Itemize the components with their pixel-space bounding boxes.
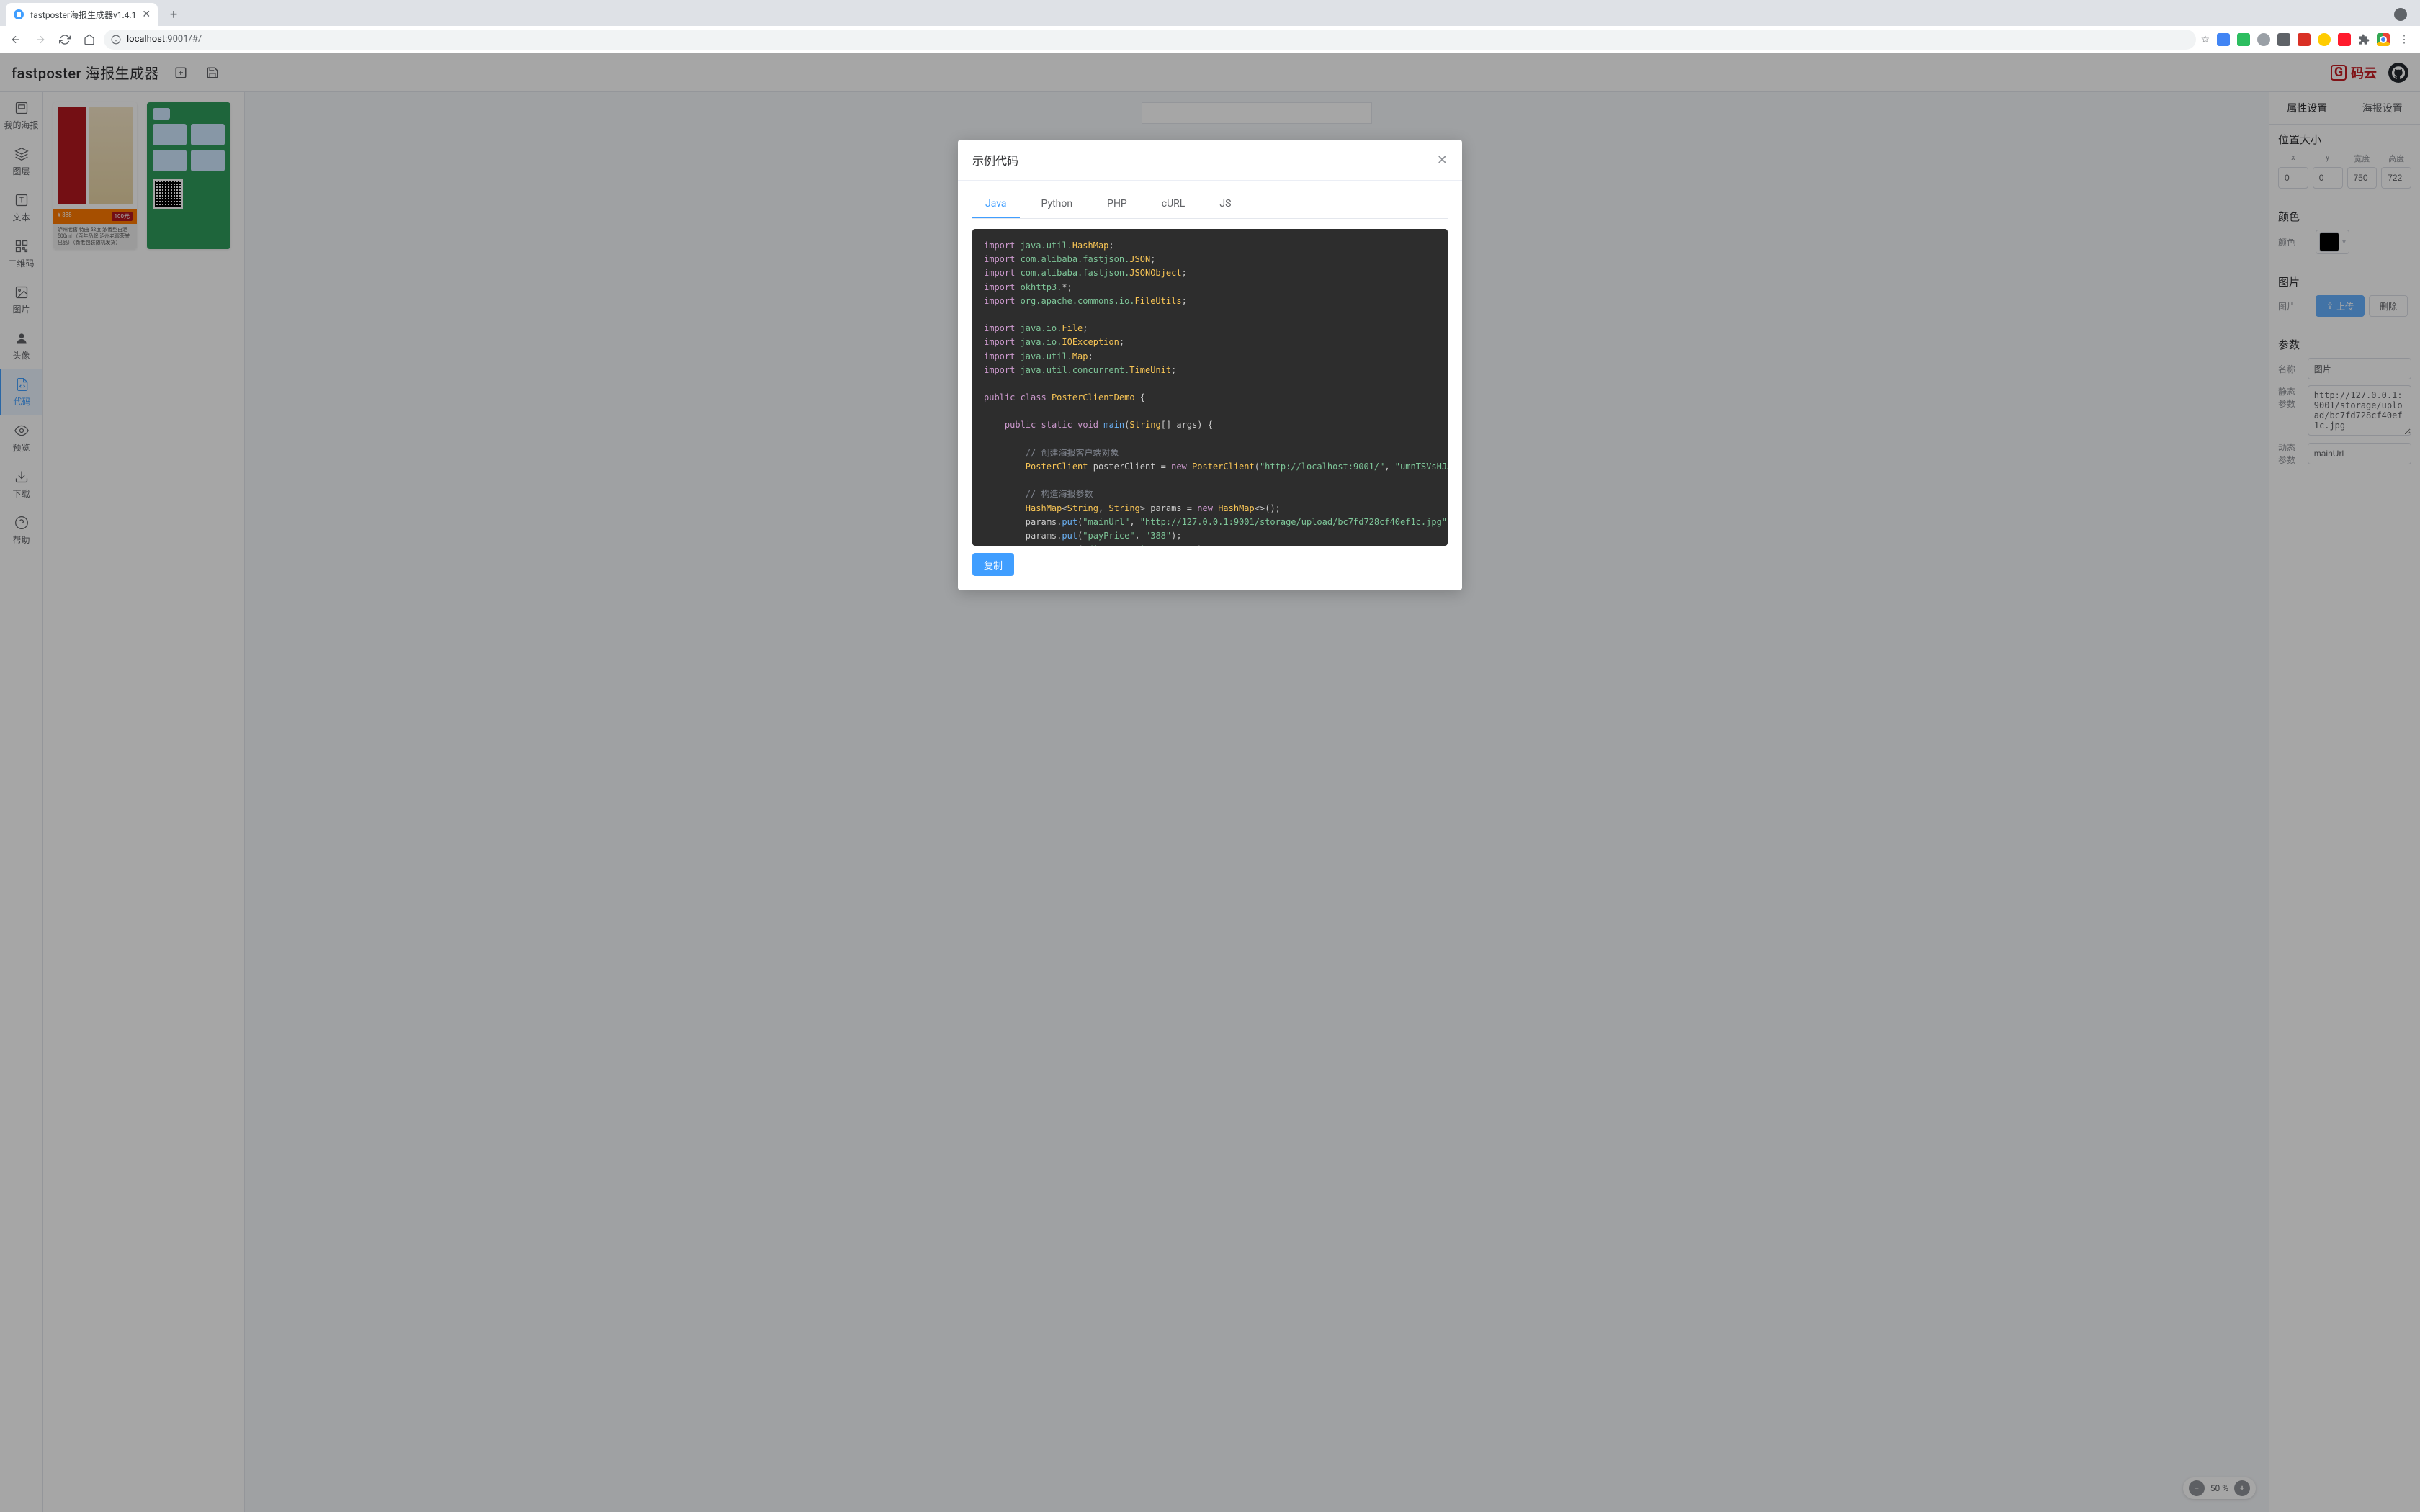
modal-title: 示例代码 <box>972 151 1018 168</box>
browser-toolbar: localhost:9001/#/ ☆ ⋮ <box>0 26 2420 53</box>
window-control-icon[interactable] <box>2394 8 2407 21</box>
reload-button[interactable] <box>55 30 75 50</box>
camera-extension-icon[interactable] <box>2277 33 2290 46</box>
back-button[interactable] <box>6 30 26 50</box>
modal-body: Java Python PHP cURL JS import java.util… <box>958 181 1462 590</box>
code-tab-python[interactable]: Python <box>1028 191 1086 218</box>
extension-icon[interactable] <box>2257 33 2270 46</box>
star-icon[interactable]: ☆ <box>2200 34 2210 45</box>
info-icon <box>111 35 121 45</box>
browser-menu-button[interactable]: ⋮ <box>2394 30 2414 50</box>
tab-bar: fastposter海报生成器v1.4.1 ✕ + <box>0 0 2420 26</box>
favicon-icon <box>13 9 24 20</box>
address-bar[interactable]: localhost:9001/#/ <box>104 30 2196 50</box>
tab-close-icon[interactable]: ✕ <box>142 9 151 20</box>
code-tab-java[interactable]: Java <box>972 191 1020 218</box>
extensions-button[interactable] <box>2358 34 2370 45</box>
opera-extension-icon[interactable] <box>2338 33 2351 46</box>
code-tab-js[interactable]: JS <box>1206 191 1244 218</box>
browser-chrome: fastposter海报生成器v1.4.1 ✕ + localhost:9001… <box>0 0 2420 53</box>
form-extension-icon[interactable] <box>2298 33 2311 46</box>
tab-title: fastposter海报生成器v1.4.1 <box>30 9 136 21</box>
code-modal: 示例代码 ✕ Java Python PHP cURL JS import ja… <box>958 140 1462 590</box>
modal-mask[interactable]: 示例代码 ✕ Java Python PHP cURL JS import ja… <box>0 53 2420 1512</box>
evernote-extension-icon[interactable] <box>2237 33 2250 46</box>
code-tab-curl[interactable]: cURL <box>1149 191 1198 218</box>
translate-extension-icon[interactable] <box>2217 33 2230 46</box>
code-block[interactable]: import java.util.HashMap; import com.ali… <box>972 229 1448 546</box>
code-tab-php[interactable]: PHP <box>1094 191 1140 218</box>
app: fastposter 海报生成器 G码云 我的海报 图层 T文本 二维码 图片 … <box>0 53 2420 1512</box>
modal-close-button[interactable]: ✕ <box>1437 153 1448 168</box>
url-text: localhost:9001/#/ <box>127 34 202 45</box>
browser-tab[interactable]: fastposter海报生成器v1.4.1 ✕ <box>6 3 158 26</box>
chrome-profile-icon[interactable] <box>2377 33 2390 46</box>
new-tab-button[interactable]: + <box>163 4 184 24</box>
forward-button[interactable] <box>30 30 50 50</box>
copy-button[interactable]: 复制 <box>972 553 1014 576</box>
extension-icon[interactable] <box>2318 33 2331 46</box>
extension-icons: ☆ <box>2200 33 2390 46</box>
code-tabs: Java Python PHP cURL JS <box>972 191 1448 219</box>
modal-header: 示例代码 ✕ <box>958 140 1462 181</box>
home-button[interactable] <box>79 30 99 50</box>
